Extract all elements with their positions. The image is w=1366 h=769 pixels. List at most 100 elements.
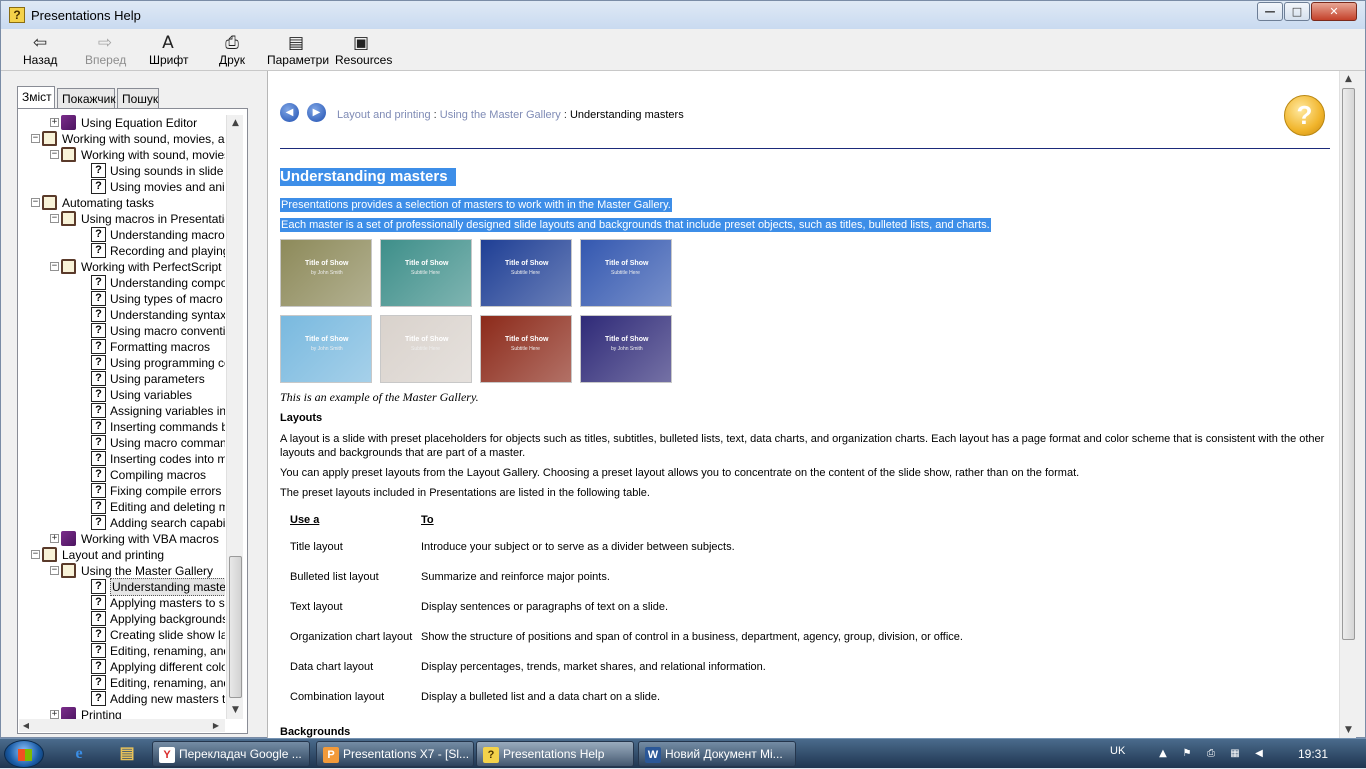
- printer-tray-icon[interactable]: ⎙: [1204, 747, 1218, 761]
- scroll-up-arrow-icon[interactable]: ▲: [227, 115, 244, 132]
- expand-plus-icon[interactable]: +: [50, 118, 59, 127]
- tab-index[interactable]: Покажчик: [57, 88, 116, 108]
- taskbar-button[interactable]: P Presentations X7 - [Sl...: [316, 741, 474, 767]
- expand-plus-icon[interactable]: +: [50, 534, 59, 543]
- tree-item-label: Using sounds in slide show: [110, 164, 225, 178]
- network-icon[interactable]: ▦: [1228, 747, 1242, 761]
- help-topic-icon: ?: [91, 275, 106, 290]
- help-app-icon: ?: [9, 7, 25, 23]
- tree-item-label: Applying different colors ar: [110, 660, 225, 674]
- help-question-icon[interactable]: ?: [1284, 95, 1325, 136]
- content-scroll-down-arrow-icon[interactable]: ▼: [1340, 722, 1357, 739]
- minimize-button[interactable]: —: [1257, 2, 1283, 21]
- tree-item-label: Inserting codes into macro: [110, 452, 225, 466]
- table-cell-to: Summarize and reinforce major points.: [421, 571, 610, 583]
- help-topic-icon: ?: [91, 499, 106, 514]
- tree-item-label: Using types of macro com: [110, 292, 225, 306]
- close-button[interactable]: ✕: [1311, 2, 1357, 21]
- title-bar[interactable]: ? Presentations Help — □ ✕: [1, 1, 1365, 29]
- table-header-to: To: [421, 514, 434, 526]
- tree-item-label: Compiling macros: [110, 468, 207, 482]
- tree-item-label: Automating tasks: [62, 196, 155, 210]
- table-header-use: Use a: [290, 514, 320, 526]
- taskbar-button-label: Presentations X7 - [Sl...: [343, 747, 470, 761]
- master-thumbnail[interactable]: Title of Show by John Smith: [580, 315, 672, 383]
- forward-button[interactable]: ⇨ Вперед: [85, 33, 126, 67]
- scroll-down-arrow-icon[interactable]: ▼: [227, 702, 244, 719]
- content-scroll-up-arrow-icon[interactable]: ▲: [1340, 71, 1357, 88]
- master-thumbnail[interactable]: Title of Show Subtitle Here: [580, 239, 672, 307]
- tree-item-label: Working with sound, movies, a: [81, 148, 225, 162]
- tree-item-label: Working with sound, movies, and: [62, 132, 225, 146]
- contents-horizontal-scrollbar[interactable]: ◀ ▶: [19, 719, 225, 732]
- taskbar-button-label: Presentations Help: [503, 747, 605, 761]
- tree-item-label: Using variables: [110, 388, 193, 402]
- master-thumbnail[interactable]: Title of Show by John Smith: [280, 315, 372, 383]
- gallery-caption: This is an example of the Master Gallery…: [280, 390, 479, 404]
- content-scroll-thumb[interactable]: [1342, 88, 1355, 640]
- thumbnail-subtitle: Subtitle Here: [511, 270, 540, 276]
- scroll-left-arrow-icon[interactable]: ◀: [19, 719, 33, 732]
- tab-search[interactable]: Пошук: [117, 88, 159, 108]
- font-button[interactable]: A Шрифт: [149, 33, 188, 67]
- taskbar-button[interactable]: ? Presentations Help: [476, 741, 634, 767]
- help-topic-icon: ?: [91, 227, 106, 242]
- tree-item-label: Printing: [81, 708, 122, 719]
- collapse-minus-icon[interactable]: −: [50, 150, 59, 159]
- system-tray: UK ▲ ⚑ ⎙ ▦ ◀ 19:31: [1100, 739, 1366, 769]
- master-thumbnail[interactable]: Title of Show by John Smith: [280, 239, 372, 307]
- show-hidden-icons-icon[interactable]: ▲: [1156, 747, 1170, 761]
- back-button[interactable]: ⇦ Назад: [23, 33, 57, 67]
- collapse-minus-icon[interactable]: −: [31, 198, 40, 207]
- resources-button[interactable]: ▣ Resources: [335, 33, 392, 67]
- master-thumbnail[interactable]: Title of Show Subtitle Here: [480, 315, 572, 383]
- contents-scroll-thumb[interactable]: [229, 556, 242, 698]
- flag-icon[interactable]: ⚑: [1180, 747, 1194, 761]
- taskbar-button[interactable]: W Новий Документ Mi...: [638, 741, 796, 767]
- circle-back-icon[interactable]: ◀: [280, 103, 299, 122]
- expand-plus-icon[interactable]: +: [50, 710, 59, 719]
- help-topic-icon: ?: [91, 387, 106, 402]
- tree-item-label: Using Equation Editor: [81, 116, 198, 130]
- clock[interactable]: 19:31: [1298, 747, 1328, 761]
- master-thumbnail[interactable]: Title of Show Subtitle Here: [380, 315, 472, 383]
- tree-item-label: Using macro commands to: [110, 436, 225, 450]
- book-open-icon: [61, 147, 76, 162]
- contents-vertical-scrollbar[interactable]: ▲ ▼: [226, 115, 243, 719]
- collapse-minus-icon[interactable]: −: [50, 566, 59, 575]
- tab-contents[interactable]: Зміст: [17, 86, 55, 108]
- windows-start-icon[interactable]: [4, 740, 44, 768]
- tree-item-label: Editing and deleting macro: [110, 500, 225, 514]
- master-thumbnail[interactable]: Title of Show Subtitle Here: [480, 239, 572, 307]
- tree-item-label: Using macros in Presentations: [81, 212, 225, 226]
- window-title: Presentations Help: [31, 8, 141, 23]
- arrow-left-icon: ⇦: [32, 33, 48, 53]
- folder-icon[interactable]: ▤: [110, 742, 144, 766]
- help-topic-icon: ?: [91, 323, 106, 338]
- word-icon: W: [645, 747, 661, 763]
- collapse-minus-icon[interactable]: −: [31, 134, 40, 143]
- collapse-minus-icon[interactable]: −: [31, 550, 40, 559]
- tree-item-label: Applying backgrounds and: [110, 612, 225, 626]
- options-button[interactable]: ▤ Параметри: [267, 33, 329, 67]
- breadcrumb-link-layout-printing[interactable]: Layout and printing: [337, 109, 431, 121]
- book-open-icon: [61, 259, 76, 274]
- backgrounds-heading: Backgrounds: [280, 726, 351, 738]
- circle-forward-icon[interactable]: ▶: [307, 103, 326, 122]
- content-vertical-scrollbar[interactable]: ▲ ▼: [1339, 71, 1356, 739]
- presentations-icon: P: [323, 747, 339, 763]
- collapse-minus-icon[interactable]: −: [50, 214, 59, 223]
- maximize-button[interactable]: □: [1284, 2, 1310, 21]
- scroll-right-arrow-icon[interactable]: ▶: [209, 719, 223, 732]
- print-button[interactable]: ⎙ Друк: [217, 33, 247, 67]
- internet-explorer-icon[interactable]: e: [62, 742, 96, 766]
- language-indicator[interactable]: UK: [1110, 745, 1125, 757]
- taskbar-button[interactable]: Y Перекладач Google ...: [152, 741, 310, 767]
- master-thumbnail[interactable]: Title of Show Subtitle Here: [380, 239, 472, 307]
- breadcrumb-link-master-gallery[interactable]: Using the Master Gallery: [440, 109, 561, 121]
- thumbnail-title: Title of Show: [405, 336, 449, 343]
- help-topic-icon: ?: [91, 339, 106, 354]
- resources-icon: ▣: [352, 33, 370, 53]
- volume-icon[interactable]: ◀: [1252, 747, 1266, 761]
- collapse-minus-icon[interactable]: −: [50, 262, 59, 271]
